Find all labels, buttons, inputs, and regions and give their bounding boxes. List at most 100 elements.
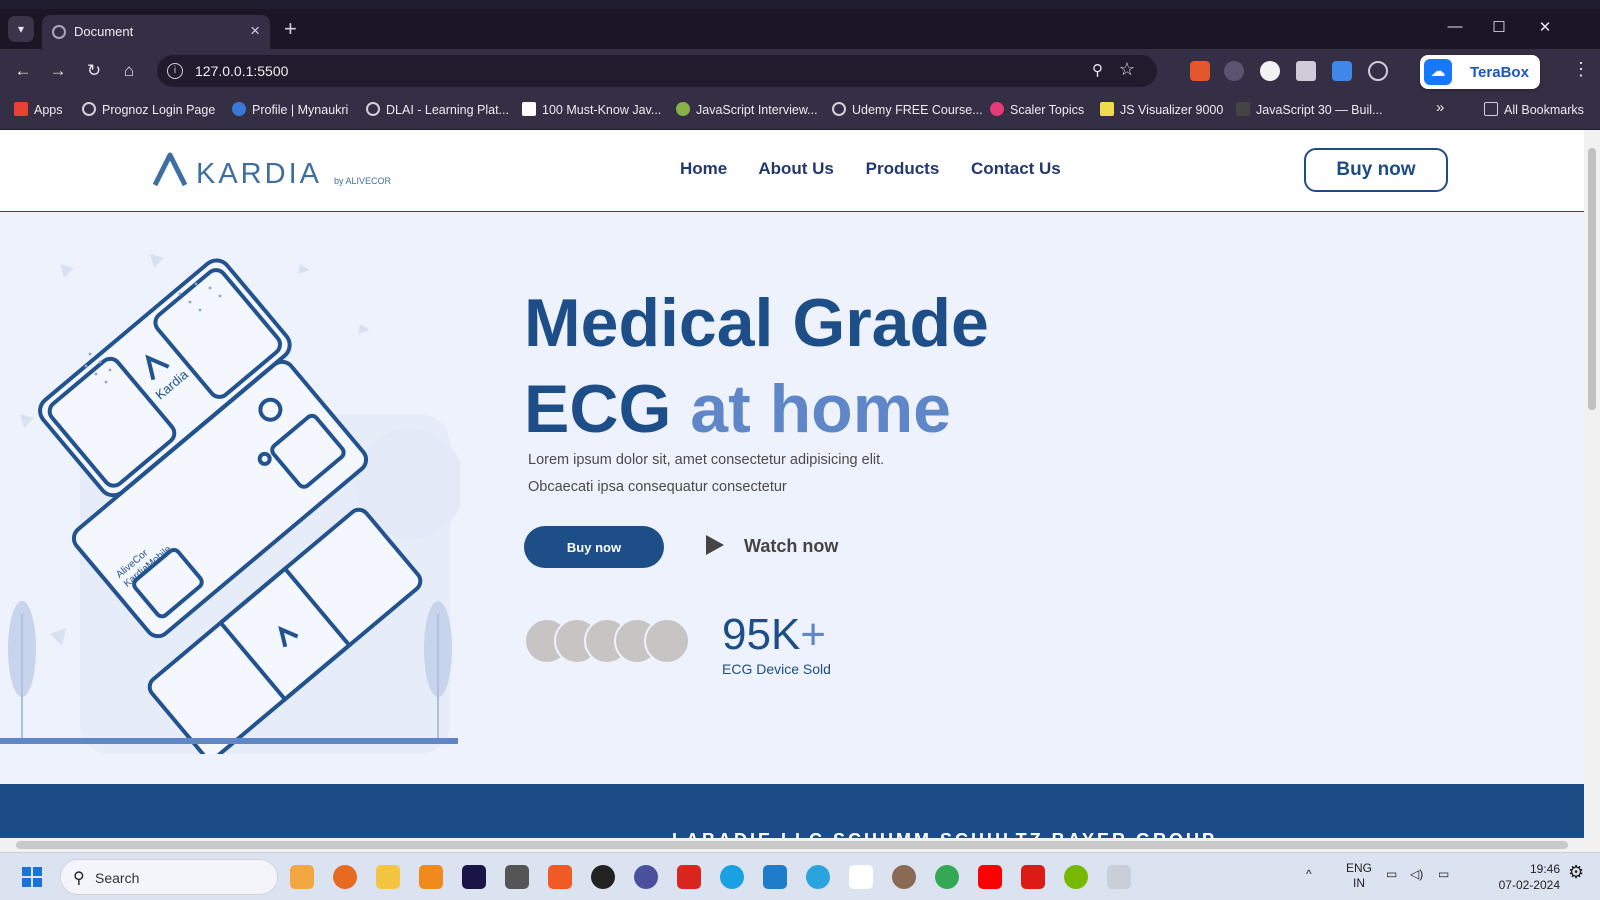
terabox-extension[interactable]: ☁ TeraBox bbox=[1420, 55, 1540, 89]
network-icon[interactable]: ▭ bbox=[1386, 867, 1397, 882]
premiere-pro-icon[interactable] bbox=[462, 865, 486, 889]
brave-icon[interactable] bbox=[548, 865, 572, 889]
apps-grid-icon bbox=[14, 102, 28, 116]
tab-document[interactable]: Document × bbox=[42, 15, 270, 49]
taskbar-search[interactable]: ⚲ Search bbox=[60, 859, 278, 895]
search-icon: ⚲ bbox=[73, 870, 85, 887]
extension-icon[interactable] bbox=[1224, 61, 1244, 81]
bookmark-item[interactable]: DLAI - Learning Plat... bbox=[366, 102, 509, 117]
vertical-scrollbar[interactable] bbox=[1584, 130, 1600, 852]
browser-menu-icon[interactable]: ⋮ bbox=[1572, 59, 1590, 80]
bookmark-item[interactable]: Prognoz Login Page bbox=[82, 102, 215, 117]
snipping-tool-icon[interactable] bbox=[1107, 865, 1131, 889]
forward-icon[interactable]: → bbox=[46, 59, 70, 83]
site-info-icon[interactable]: i bbox=[167, 63, 183, 79]
partner-logos: LABADIE LLC SCHUMM SCHULTZ BAYER GROUP bbox=[672, 830, 1217, 838]
watch-now-link[interactable]: Watch now bbox=[706, 535, 838, 557]
horizontal-scrollbar-thumb[interactable] bbox=[16, 841, 1568, 849]
partners-band: LABADIE LLC SCHUMM SCHULTZ BAYER GROUP bbox=[0, 784, 1584, 838]
hero-description-line2: Obcaecati ipsa consequatur consectetur bbox=[528, 479, 787, 495]
kardia-logo-mark-icon bbox=[152, 152, 188, 187]
nav-home[interactable]: Home bbox=[680, 159, 727, 178]
bookmark-item[interactable]: Profile | Mynaukri bbox=[232, 102, 348, 117]
extension-icon[interactable] bbox=[1260, 61, 1280, 81]
bookmark-label: JavaScript 30 — Buil... bbox=[1256, 103, 1383, 117]
extension-icon[interactable] bbox=[1368, 61, 1388, 81]
epic-games-icon[interactable] bbox=[505, 865, 529, 889]
zoom-icon[interactable]: ⚲ bbox=[1092, 61, 1103, 79]
extension-icon[interactable] bbox=[1190, 61, 1210, 81]
extension-icon[interactable] bbox=[1332, 61, 1352, 81]
tab-search-button[interactable]: ▾ bbox=[8, 16, 34, 42]
bookmark-item[interactable]: JS Visualizer 9000 bbox=[1100, 102, 1223, 117]
app-icon[interactable] bbox=[892, 865, 916, 889]
close-tab-icon[interactable]: × bbox=[250, 21, 260, 41]
more-bookmarks-icon[interactable]: » bbox=[1436, 99, 1444, 116]
all-bookmarks[interactable]: All Bookmarks bbox=[1484, 102, 1584, 117]
globe-icon bbox=[366, 102, 380, 116]
battery-icon[interactable]: ▭ bbox=[1438, 867, 1449, 882]
bookmark-item[interactable]: Udemy FREE Course... bbox=[832, 102, 983, 117]
language-indicator[interactable]: ENG IN bbox=[1346, 861, 1372, 891]
vlc-icon[interactable] bbox=[419, 865, 443, 889]
new-tab-button[interactable]: + bbox=[284, 18, 297, 40]
vertical-scrollbar-thumb[interactable] bbox=[1588, 148, 1596, 410]
address-bar[interactable]: i 127.0.0.1:5500 ⚲ ☆ bbox=[157, 55, 1157, 87]
angular-icon[interactable] bbox=[1021, 865, 1045, 889]
medium-icon bbox=[522, 102, 536, 116]
bookmarks-bar: Apps Prognoz Login Page Profile | Mynauk… bbox=[0, 93, 1600, 129]
system-clock[interactable]: 19:46 07-02-2024 bbox=[1490, 861, 1560, 893]
watch-now-label: Watch now bbox=[744, 536, 839, 556]
hero-buy-now-button[interactable]: Buy now bbox=[524, 526, 664, 568]
file-explorer-icon[interactable] bbox=[376, 865, 400, 889]
show-hidden-icons[interactable]: ^ bbox=[1306, 867, 1312, 882]
weather-icon[interactable] bbox=[290, 865, 314, 889]
nav-about-us[interactable]: About Us bbox=[758, 159, 834, 178]
windows-start-icon[interactable] bbox=[22, 867, 42, 887]
nav-buy-now-button[interactable]: Buy now bbox=[1304, 148, 1448, 192]
stat-number: 95K bbox=[722, 610, 801, 659]
devices-sold-label: ECG Device Sold bbox=[722, 661, 831, 677]
hero-heading: Medical Grade ECG at home bbox=[524, 280, 989, 452]
upload-cloud-icon: ☁ bbox=[1424, 59, 1452, 85]
back-icon[interactable]: ← bbox=[11, 59, 35, 83]
app-icon[interactable] bbox=[634, 865, 658, 889]
telegram-icon[interactable] bbox=[806, 865, 830, 889]
taskbar-search-label: Search bbox=[95, 870, 140, 886]
settings-gear-icon[interactable]: ⚙ bbox=[1568, 863, 1584, 881]
acrobat-icon[interactable] bbox=[677, 865, 701, 889]
bookmark-star-icon[interactable]: ☆ bbox=[1119, 59, 1135, 80]
nav-contact-us[interactable]: Contact Us bbox=[971, 159, 1061, 178]
globe-icon bbox=[52, 25, 66, 39]
bookmark-item[interactable]: JavaScript Interview... bbox=[676, 102, 818, 117]
reload-icon[interactable]: ↻ bbox=[82, 59, 106, 83]
bookmark-apps[interactable]: Apps bbox=[14, 102, 63, 117]
hero-description: Lorem ipsum dolor sit, amet consectetur … bbox=[528, 447, 948, 501]
horizontal-scrollbar[interactable] bbox=[0, 838, 1584, 852]
bookmark-item[interactable]: 100 Must-Know Jav... bbox=[522, 102, 661, 117]
firefox-icon[interactable] bbox=[333, 865, 357, 889]
hero-heading-line2: ECG at home bbox=[524, 366, 989, 452]
vscode-icon[interactable] bbox=[763, 865, 787, 889]
chrome-icon[interactable] bbox=[935, 865, 959, 889]
eyedropper-icon[interactable] bbox=[1296, 61, 1316, 81]
clock-date: 07-02-2024 bbox=[1498, 878, 1560, 892]
youtube-icon[interactable] bbox=[978, 865, 1002, 889]
bookmark-label: All Bookmarks bbox=[1504, 103, 1584, 117]
close-window-button[interactable]: ✕ bbox=[1530, 18, 1560, 36]
bookmark-label: Scaler Topics bbox=[1010, 103, 1085, 117]
browser-chrome: ▾ Document × + — ☐ ✕ ← → ↻ ⌂ i 127.0.0.1… bbox=[0, 0, 1600, 130]
terabox-label: TeraBox bbox=[1470, 64, 1529, 81]
bookmark-item[interactable]: JavaScript 30 — Buil... bbox=[1236, 102, 1382, 117]
app-icon[interactable] bbox=[591, 865, 615, 889]
url-text: 127.0.0.1:5500 bbox=[195, 63, 289, 79]
edge-icon[interactable] bbox=[720, 865, 744, 889]
utorrent-icon[interactable] bbox=[1064, 865, 1088, 889]
home-icon[interactable]: ⌂ bbox=[117, 59, 141, 83]
notepad-icon[interactable] bbox=[849, 865, 873, 889]
minimize-button[interactable]: — bbox=[1440, 18, 1470, 35]
nav-products[interactable]: Products bbox=[866, 159, 940, 178]
maximize-button[interactable]: ☐ bbox=[1484, 18, 1514, 36]
volume-icon[interactable]: ◁) bbox=[1410, 867, 1423, 882]
bookmark-item[interactable]: Scaler Topics bbox=[990, 102, 1084, 117]
